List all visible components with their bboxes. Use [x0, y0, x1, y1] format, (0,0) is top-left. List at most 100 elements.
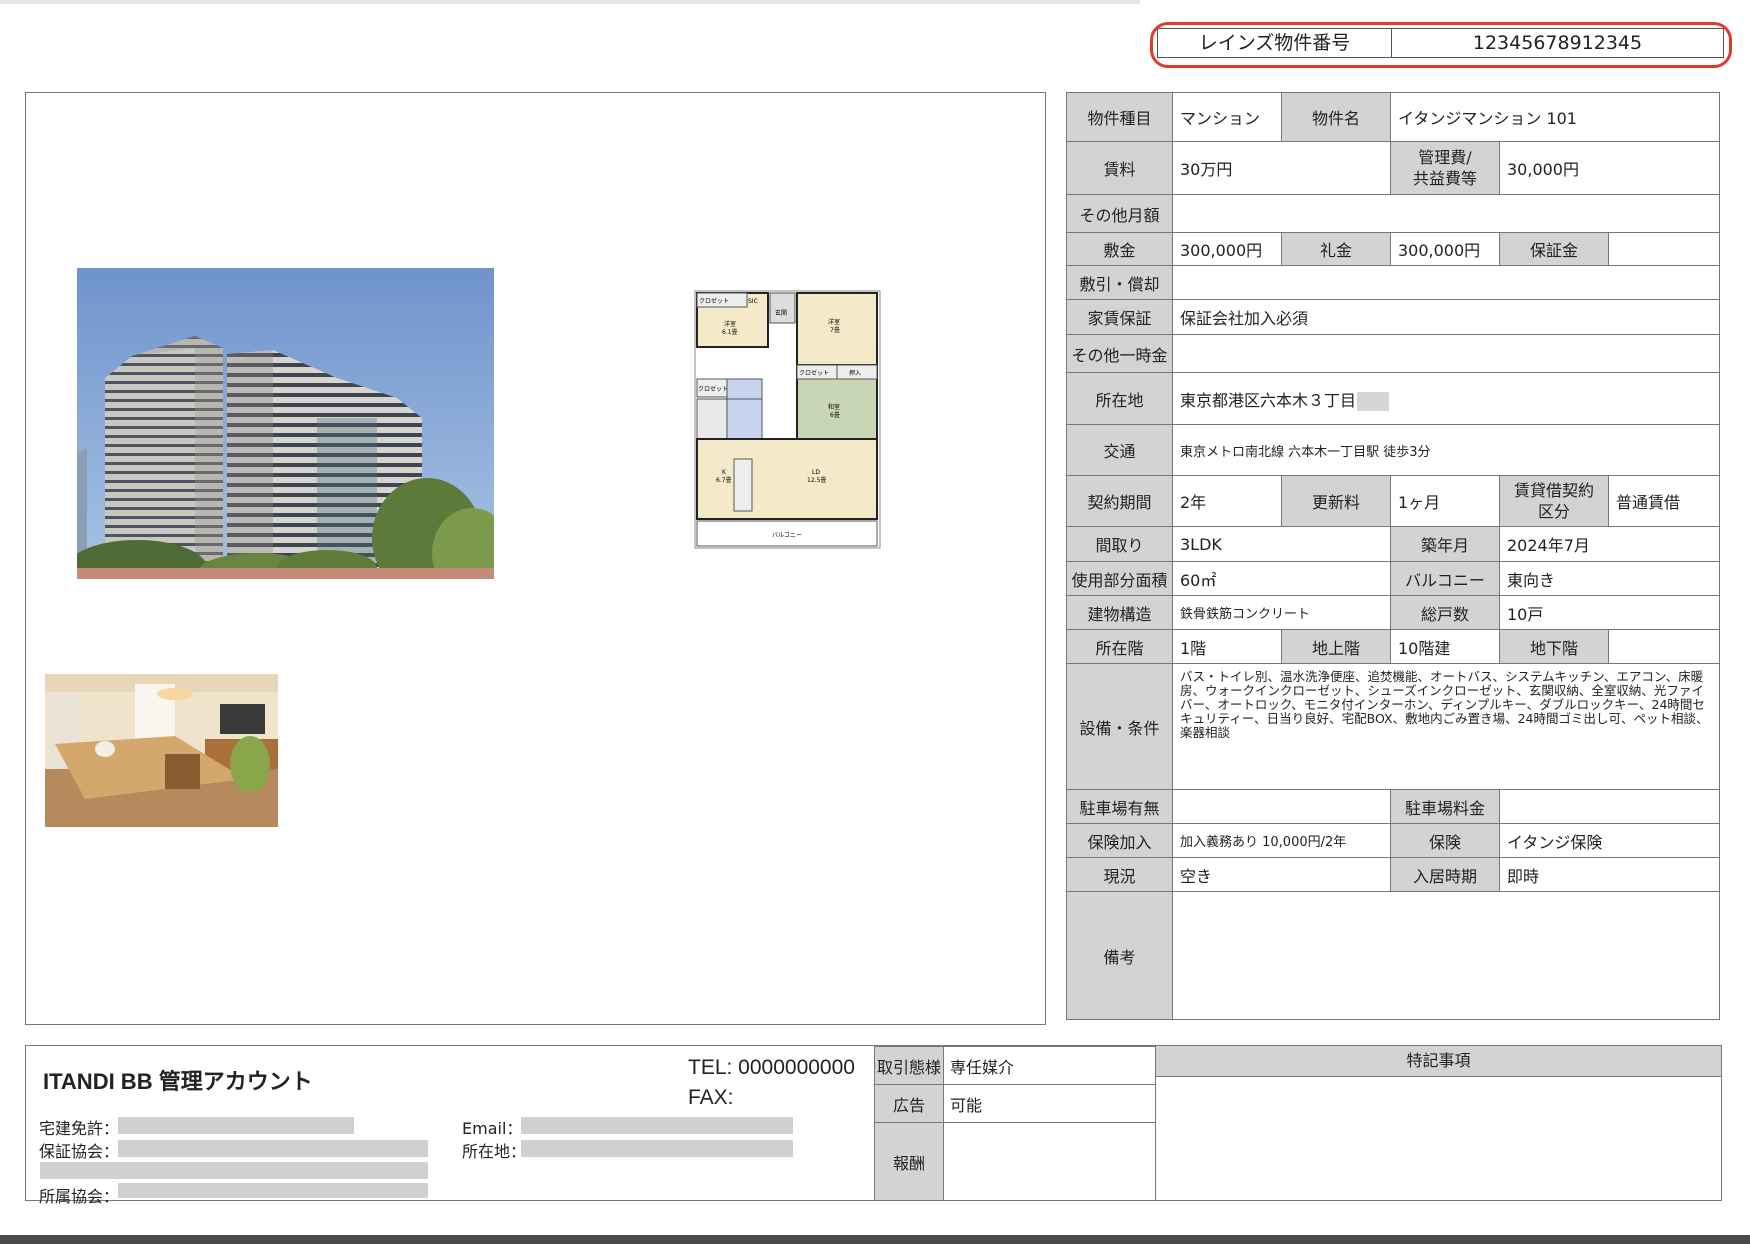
guarantee-assoc-redaction: [118, 1140, 428, 1157]
mgmt-label: 管理費/ 共益費等: [1390, 141, 1500, 195]
ad-label: 広告: [874, 1084, 944, 1123]
living-room-photo[interactable]: [45, 674, 278, 827]
built-label: 築年月: [1390, 526, 1500, 562]
renewal-fee-label: 更新料: [1281, 475, 1391, 527]
insurance-req-value: 加入義務あり 10,000円/2年: [1172, 823, 1391, 858]
other-onetime-label: その他一時金: [1066, 334, 1173, 373]
parking-fee-label: 駐車場料金: [1390, 789, 1500, 824]
other-onetime-value: [1171, 334, 1721, 373]
floor-plan[interactable]: クロゼット SIC 玄関 洋室 6.1畳 洋室 7畳 クロゼット 押入 和室 6…: [694, 279, 881, 549]
other-monthly-value: [1171, 194, 1721, 233]
email-redaction: [521, 1117, 793, 1134]
fp-oshiire: 押入: [849, 369, 861, 377]
affiliation-redaction: [118, 1183, 428, 1198]
company-name: ITANDI BB 管理アカウント: [43, 1069, 313, 1094]
contract-type-label: 賃貸借契約 区分: [1499, 475, 1609, 527]
area-value: 60㎡: [1172, 561, 1391, 596]
fp-balcony: バルコニー: [772, 532, 802, 539]
move-in-value: 即時: [1498, 857, 1721, 892]
balcony-label: バルコニー: [1390, 561, 1500, 596]
mgmt-value: 30,000円: [1498, 141, 1721, 195]
guarantee-money-label: 保証金: [1499, 232, 1609, 266]
balcony-value: 東向き: [1498, 561, 1721, 596]
transaction-table: 取引態様 専任媒介 広告 可能 報酬: [874, 1046, 1156, 1201]
parking-fee-value: [1498, 789, 1721, 824]
reins-number: 12345678912345: [1472, 32, 1643, 54]
fp-sic: SIC: [748, 298, 758, 305]
building-photo[interactable]: [77, 268, 494, 579]
status-label: 現況: [1066, 857, 1173, 892]
reins-label: レインズ物件番号: [1158, 29, 1392, 57]
fp-room2: 洋室: [828, 318, 840, 326]
fp-ld-size: 12.5畳: [807, 477, 826, 484]
fp-closet3: クロゼット: [698, 385, 728, 393]
affiliation-label: 所属協会：: [39, 1187, 120, 1206]
name-value: イタンジマンション 101: [1389, 92, 1721, 142]
insurance-label: 保険: [1390, 823, 1500, 858]
shikibiki-label: 敷引・償却: [1066, 265, 1173, 300]
special-notes-label: 特記事項: [1156, 1046, 1721, 1077]
deal-type-value: 専任媒介: [943, 1046, 1156, 1085]
transport-value: 東京メトロ南北線 六本木一丁目駅 徒歩3分: [1171, 424, 1721, 476]
insurance-req-label: 保険加入: [1066, 823, 1173, 858]
remarks-label: 備考: [1066, 891, 1173, 1020]
contract-type-value: 普通賃借: [1607, 475, 1721, 527]
below-value: [1607, 629, 1721, 664]
shikibiki-value: [1171, 265, 1721, 300]
type-label: 物件種目: [1066, 92, 1173, 142]
contract-period-label: 契約期間: [1066, 475, 1173, 527]
fp-washitsu: 和室: [828, 403, 840, 411]
fp-room2-size: 7畳: [830, 327, 840, 334]
deal-type-label: 取引態様: [874, 1046, 944, 1085]
fp-washitsu-size: 6畳: [830, 412, 840, 419]
total-units-value: 10戸: [1498, 595, 1721, 630]
contract-period-value: 2年: [1172, 475, 1282, 527]
structure-label: 建物構造: [1066, 595, 1173, 630]
license-label: 宅建免許：: [39, 1119, 120, 1138]
mgmt-label-line1: 管理費/: [1418, 148, 1472, 167]
photo-panel: クロゼット SIC 玄関 洋室 6.1畳 洋室 7畳 クロゼット 押入 和室 6…: [25, 92, 1046, 1025]
floor-plan-image: クロゼット SIC 玄関 洋室 6.1畳 洋室 7畳 クロゼット 押入 和室 6…: [694, 290, 881, 549]
top-strip: [0, 0, 1140, 4]
above-value: 10階建: [1390, 629, 1500, 664]
living-room-image: [45, 674, 278, 827]
building-photo-image: [77, 268, 494, 579]
deposit-label: 敷金: [1066, 232, 1173, 266]
type-value: マンション: [1172, 92, 1282, 142]
special-notes-box: 特記事項: [1155, 1046, 1721, 1201]
rent-value: 30万円: [1172, 141, 1391, 195]
address-redaction: [1357, 391, 1390, 411]
ad-value: 可能: [943, 1084, 1156, 1123]
fp-closet2: クロゼット: [799, 369, 829, 377]
below-label: 地下階: [1499, 629, 1609, 664]
address-value: 東京都港区六本木３丁目: [1180, 390, 1357, 410]
guarantee-assoc-redaction-2: [40, 1162, 428, 1179]
fp-kitchen-size: 6.7畳: [716, 477, 732, 484]
insurance-value: イタンジ保険: [1498, 823, 1721, 858]
structure-value: 鉄骨鉄筋コンクリート: [1172, 595, 1391, 630]
rent-label: 賃料: [1066, 141, 1173, 195]
fp-room1-size: 6.1畳: [722, 329, 738, 336]
fp-ld: LD: [812, 469, 820, 476]
transport-label: 交通: [1066, 424, 1173, 476]
mgmt-label-line2: 共益費等: [1412, 169, 1477, 188]
rent-guarantee-value: 保証会社加入必須: [1171, 299, 1721, 335]
renewal-fee-value: 1ヶ月: [1390, 475, 1500, 527]
reins-number-box: レインズ物件番号 12345678912345: [1157, 28, 1724, 58]
address-cell: 東京都港区六本木３丁目: [1171, 372, 1721, 425]
built-value: 2024年7月: [1498, 526, 1721, 562]
total-units-label: 総戸数: [1390, 595, 1500, 630]
above-label: 地上階: [1281, 629, 1391, 664]
name-label: 物件名: [1281, 92, 1391, 142]
guarantee-assoc-label: 保証協会：: [39, 1142, 120, 1161]
agency-address-label: 所在地：: [462, 1142, 527, 1161]
fp-room1: 洋室: [724, 320, 736, 328]
email-label: Email：: [462, 1119, 523, 1138]
guarantee-money-value: [1607, 232, 1721, 266]
contract-type-label-line1: 賃貸借契約: [1513, 481, 1594, 500]
rent-guarantee-label: 家賃保証: [1066, 299, 1173, 335]
fee-value: [943, 1122, 1156, 1201]
move-in-label: 入居時期: [1390, 857, 1500, 892]
layout-label: 間取り: [1066, 526, 1173, 562]
remarks-value: [1171, 891, 1721, 1020]
